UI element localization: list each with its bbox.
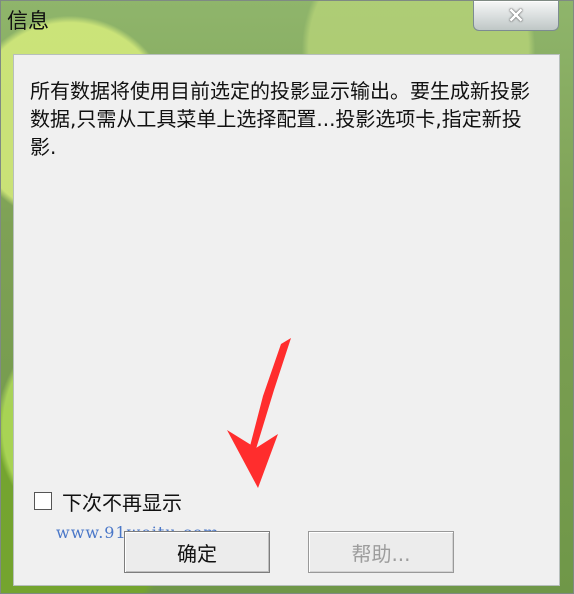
dialog-body: 所有数据将使用目前选定的投影显示输出。要生成新投影数据,只需从工具菜单上选择配置… bbox=[13, 54, 560, 586]
window-title: 信息 bbox=[7, 9, 49, 33]
close-icon: × bbox=[506, 2, 526, 28]
dialog-window: 信息 × 所有数据将使用目前选定的投影显示输出。要生成新投影数据,只需从工具菜单… bbox=[0, 0, 574, 594]
close-button[interactable]: × bbox=[473, 1, 559, 31]
message-text: 所有数据将使用目前选定的投影显示输出。要生成新投影数据,只需从工具菜单上选择配置… bbox=[30, 79, 530, 159]
arrow-shaft bbox=[249, 338, 291, 450]
dont-show-again-row[interactable]: 下次不再显示 bbox=[34, 487, 182, 515]
titlebar: 信息 × bbox=[1, 1, 573, 43]
dont-show-again-label[interactable]: 下次不再显示 bbox=[62, 487, 182, 516]
help-button: 帮助... bbox=[308, 531, 454, 573]
ok-button[interactable]: 确定 bbox=[124, 531, 270, 573]
dont-show-again-checkbox[interactable] bbox=[34, 492, 52, 510]
red-arrow-annotation bbox=[227, 338, 291, 488]
